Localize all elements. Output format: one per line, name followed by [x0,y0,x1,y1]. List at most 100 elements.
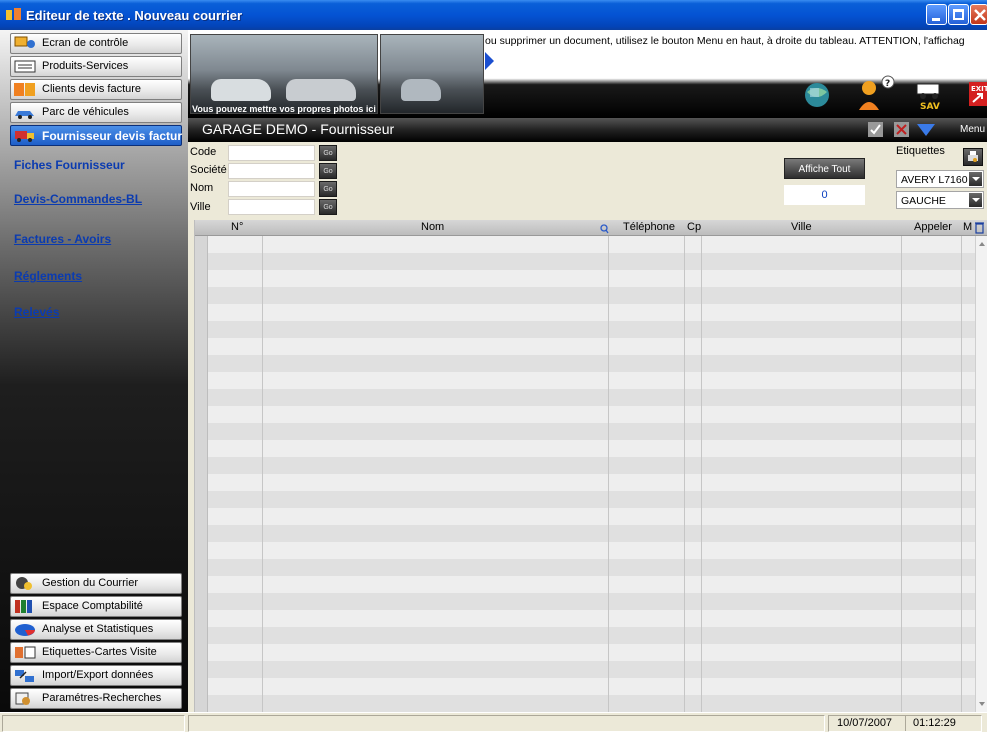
sort-icon[interactable] [599,224,609,234]
banner-photo-garage [380,34,484,114]
sidebar-item-import-export-donnees[interactable]: Import/Export données [10,665,182,686]
ville-input[interactable] [228,199,315,215]
table-row[interactable] [195,695,987,712]
sidebar-item-clients-devis-facture[interactable]: Clients devis facture [10,79,182,100]
table-row[interactable] [195,287,987,304]
table-body [195,236,987,712]
table-row[interactable] [195,406,987,423]
code-label: Code [190,146,217,158]
code-input[interactable] [228,145,315,161]
column-header-appeler[interactable]: Appeler [914,221,952,233]
sidebar-item-espace-comptabilite[interactable]: Espace Comptabilité [10,596,182,617]
sidebar-item-ecran-de-controle[interactable]: Ecran de contrôle [10,33,182,54]
dropdown-triangle-icon[interactable] [916,123,936,137]
table-row[interactable] [195,440,987,457]
nom-input[interactable] [228,181,315,197]
table-row[interactable] [195,372,987,389]
table-row[interactable] [195,508,987,525]
column-header-nom[interactable]: Nom [421,221,444,233]
svg-text:?: ? [885,79,890,89]
menu-button[interactable]: Menu [960,124,985,135]
societe-go-button[interactable]: Go [319,163,337,179]
table-row[interactable] [195,491,987,508]
maximize-button[interactable] [948,4,969,25]
table-row[interactable] [195,423,987,440]
table-row[interactable] [195,474,987,491]
column-header-ville[interactable]: Ville [791,221,812,233]
sidebar-item-parametres-recherches[interactable]: Paramétres-Recherches [10,688,182,709]
table-row[interactable] [195,389,987,406]
label-position-value: GAUCHE [901,195,946,207]
settings-icon [15,692,30,705]
sidebar-item-gestion-du-courrier[interactable]: Gestion du Courrier [10,573,182,594]
table-row[interactable] [195,355,987,372]
delete-checked-icon[interactable] [893,121,910,138]
link-releves[interactable]: Relevés [14,305,59,319]
label-position-select[interactable]: GAUCHE [896,191,984,209]
status-date: 10/07/2007 [837,717,893,729]
table-row[interactable] [195,270,987,287]
table-row[interactable] [195,644,987,661]
check-icon[interactable] [867,121,884,138]
column-header-telephone[interactable]: Téléphone [623,221,675,233]
sidebar-item-label: Fournisseur devis factur [42,129,183,143]
scroll-up-icon[interactable] [979,242,985,246]
column-header-m[interactable]: M [963,221,972,233]
table-row[interactable] [195,542,987,559]
etiquettes-label: Etiquettes [896,145,945,157]
status-bar: 10/07/2007 01:12:29 [0,712,987,732]
section-header: GARAGE DEMO - Fournisseur Menu [188,118,987,142]
table-row[interactable] [195,610,987,627]
document-icon [14,60,36,73]
page-title: GARAGE DEMO - Fournisseur [202,121,395,137]
column-divider [262,236,263,712]
code-go-button[interactable]: Go [319,145,337,161]
table-row[interactable] [195,661,987,678]
globe-icon[interactable] [802,80,832,110]
table-row[interactable] [195,627,987,644]
print-labels-button[interactable] [963,148,983,166]
link-fiches-fournisseur[interactable]: Fiches Fournisseur [14,158,125,172]
minimize-icon [932,18,940,21]
sidebar-item-analyse-et-statistiques[interactable]: Analyse et Statistiques [10,619,182,640]
exit-icon[interactable]: EXIT [968,80,987,110]
column-header-numero[interactable]: N° [231,221,243,233]
link-reglements[interactable]: Réglements [14,269,82,283]
table-row[interactable] [195,678,987,695]
link-devis-commandes-bl[interactable]: Devis-Commandes-BL [14,192,142,206]
table-row[interactable] [195,593,987,610]
chevron-down-icon[interactable] [969,193,982,207]
row-selector-column[interactable] [195,236,208,712]
sidebar-item-label: Paramétres-Recherches [42,692,162,704]
table-row[interactable] [195,253,987,270]
close-button[interactable] [970,4,987,25]
table-row[interactable] [195,559,987,576]
sidebar-item-parc-de-vehicules[interactable]: Parc de véhicules [10,102,182,123]
sidebar-item-produits-services[interactable]: Produits-Services [10,56,182,77]
societe-input[interactable] [228,163,315,179]
table-row[interactable] [195,236,987,253]
column-divider [901,236,902,712]
help-user-icon[interactable]: ? [855,74,897,112]
table-row[interactable] [195,457,987,474]
nom-go-button[interactable]: Go [319,181,337,197]
ville-go-button[interactable]: Go [319,199,337,215]
sidebar-item-etiquettes-cartes-visite[interactable]: Etiquettes-Cartes Visite [10,642,182,663]
sidebar-item-fournisseur-devis-facture[interactable]: Fournisseur devis factur [10,125,182,146]
trash-icon[interactable] [975,221,984,234]
chevron-down-icon[interactable] [969,172,982,186]
table-row[interactable] [195,321,987,338]
table-row[interactable] [195,338,987,355]
transfer-icon [15,670,34,682]
sav-icon[interactable]: SAV [913,78,947,112]
affiche-tout-button[interactable]: Affiche Tout [784,158,865,179]
table-row[interactable] [195,525,987,542]
minimize-button[interactable] [926,4,947,25]
table-row[interactable] [195,576,987,593]
column-header-cp[interactable]: Cp [687,221,701,233]
link-factures-avoirs[interactable]: Factures - Avoirs [14,232,111,246]
label-format-select[interactable]: AVERY L7160 [896,170,984,188]
table-row[interactable] [195,304,987,321]
scroll-down-icon[interactable] [979,702,985,706]
vertical-scrollbar[interactable] [975,236,987,712]
